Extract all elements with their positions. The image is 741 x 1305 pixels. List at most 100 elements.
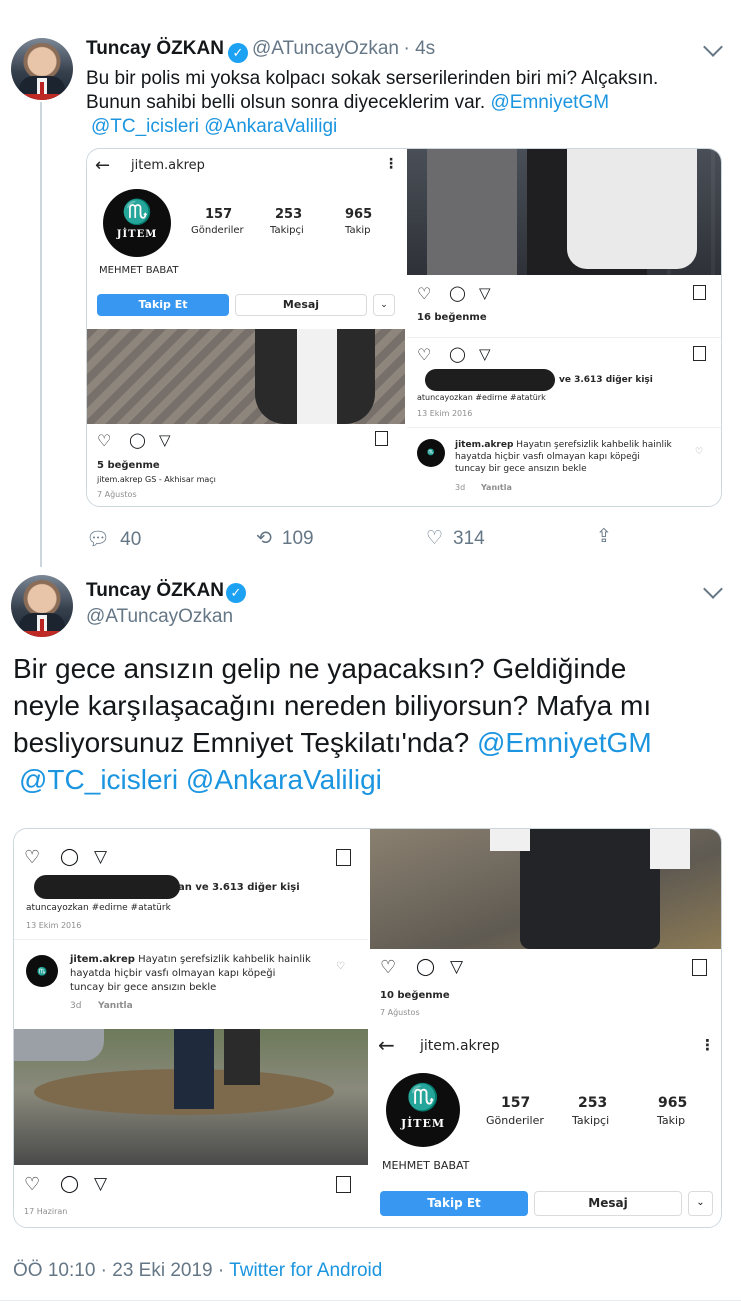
ig-likes: 5 beğenme — [97, 460, 160, 471]
divider — [0, 1300, 741, 1301]
ig-followers-label: Takipçi — [572, 1114, 610, 1127]
ig-following-label: Takip — [345, 225, 371, 236]
bookmark-icon — [693, 285, 706, 300]
verified-badge-icon: ✓ — [226, 583, 246, 603]
tweet-text: Bir gece ansızın gelip ne yapacaksın? Ge… — [13, 650, 733, 798]
author-handle[interactable]: @ATuncayOzkan — [252, 38, 399, 59]
ig-likes: ve 3.613 diğer kişi — [559, 375, 653, 385]
ig-following-label: Takip — [657, 1114, 686, 1127]
ig-likes: 16 beğenme — [417, 312, 487, 323]
chevron-down-icon[interactable] — [703, 37, 723, 57]
comment-icon: ◯ — [449, 284, 466, 302]
retweet-count: 109 — [281, 528, 314, 549]
send-icon: ▽ — [479, 284, 491, 302]
tweet-source[interactable]: Twitter for Android — [229, 1260, 382, 1281]
tweet-time: · 4s — [403, 38, 436, 59]
retweet-button[interactable]: ⟲ 109 — [256, 527, 314, 550]
tweet-media[interactable]: ← jitem.akrep ⋮ ♏ JİTEM 157 Gönderiler 2… — [86, 148, 722, 507]
ig-date: 13 Ekim 2016 — [26, 921, 82, 930]
ig-posts-label: Gönderiler — [191, 225, 244, 236]
instagram-screenshot: ♡ ◯ ▽ 17 Haziran — [14, 1029, 368, 1227]
tweet-text-line: Bir gece ansızın gelip ne yapacaksın? Ge… — [13, 653, 627, 684]
comment-icon: ◯ — [60, 1174, 80, 1194]
scorpion-logo: ♏ JİTEM — [386, 1073, 460, 1147]
ig-posts-count: 157 — [205, 207, 233, 222]
instagram-screenshot: ← jitem.akrep ⋮ ♏ JİTEM 157 Gönderiler 2… — [370, 1029, 721, 1227]
heart-outline-icon: ♡ — [417, 345, 432, 364]
ig-followers-count: 253 — [578, 1095, 608, 1111]
ig-caption: atuncayozkan #edirne #atatürk — [417, 393, 546, 402]
follow-button: Takip Et — [380, 1191, 528, 1216]
chevron-down-icon: ⌄ — [688, 1191, 713, 1216]
ig-following-count: 965 — [658, 1095, 688, 1111]
heart-outline-icon: ♡ — [24, 1174, 41, 1195]
instagram-screenshot: ♡ ◯ ▽ an ve 3.613 diğer kişi atuncayozka… — [14, 829, 368, 1027]
heart-outline-icon: ♡ — [336, 961, 345, 972]
share-button[interactable]: ⇪ — [596, 525, 612, 548]
send-icon: ▽ — [479, 345, 491, 363]
message-button: Mesaj — [235, 294, 367, 316]
heart-outline-icon: ♡ — [380, 957, 397, 978]
heart-outline-icon: ♡ — [97, 431, 112, 450]
mention-link[interactable]: @EmniyetGM — [477, 727, 652, 758]
bookmark-icon — [692, 959, 707, 976]
comment-age: 3d — [455, 483, 466, 492]
tweet-footer: ÖÖ 10:10 · 23 Eki 2019 · Twitter for And… — [13, 1260, 382, 1282]
comment-icon: ◯ — [416, 957, 436, 977]
author-name[interactable]: Tuncay ÖZKAN — [86, 38, 224, 59]
mention-link[interactable]: @AnkaraValiligi — [186, 764, 382, 795]
avatar[interactable] — [11, 38, 73, 100]
ig-posts-label: Gönderiler — [486, 1114, 544, 1127]
ig-date: 7 Ağustos — [380, 1008, 420, 1017]
bookmark-icon — [336, 849, 351, 866]
tweet-text: Bu bir polis mi yoksa kolpacı sokak sers… — [86, 67, 726, 139]
ig-followers-count: 253 — [275, 207, 303, 222]
avatar[interactable] — [11, 575, 73, 637]
ig-display-name: MEHMET BABAT — [382, 1159, 470, 1172]
ig-username: jitem.akrep — [420, 1038, 500, 1054]
post-photo — [87, 329, 405, 424]
comment-icon: ◯ — [60, 847, 80, 867]
heart-outline-icon: ♡ — [695, 447, 704, 457]
ig-date: 7 Ağustos — [97, 490, 137, 499]
ig-followers-label: Takipçi — [270, 225, 304, 236]
censor-bar — [425, 369, 555, 391]
ig-display-name: MEHMET BABAT — [99, 265, 179, 276]
author-handle[interactable]: @ATuncayOzkan — [86, 606, 233, 628]
more-vertical-icon: ⋮ — [384, 156, 398, 172]
scorpion-logo: ♏ — [417, 439, 445, 467]
comment-age: 3d — [70, 1001, 82, 1011]
instagram-screenshot: ♡ ◯ ▽ 10 beğenme 7 Ağustos — [370, 829, 721, 1027]
mention-link[interactable]: @TC_icisleri — [91, 116, 199, 137]
ig-comment: jitem.akrep Hayatın şerefsizlik kahbelik… — [455, 440, 672, 474]
post-photo — [407, 149, 721, 275]
tweet-media[interactable]: ♡ ◯ ▽ an ve 3.613 diğer kişi atuncayozka… — [13, 828, 722, 1228]
post-photo — [370, 829, 721, 949]
ig-caption: atuncayozkan #edirne #atatürk — [26, 903, 171, 913]
author-name[interactable]: Tuncay ÖZKAN — [86, 580, 224, 602]
ig-date: 13 Ekim 2016 — [417, 409, 473, 418]
comment-icon: ◯ — [449, 345, 466, 363]
share-icon: ⇪ — [596, 526, 612, 547]
reply-button[interactable]: 💬︎ 40 — [86, 527, 141, 551]
comment-icon: ◯ — [129, 431, 146, 449]
instagram-screenshot: ← jitem.akrep ⋮ ♏ JİTEM 157 Gönderiler 2… — [87, 149, 405, 506]
like-icon: ♡ — [426, 528, 444, 549]
bookmark-icon — [375, 431, 388, 446]
verified-badge-icon: ✓ — [227, 43, 248, 63]
chevron-down-icon[interactable] — [703, 579, 723, 599]
tweet-timestamp[interactable]: ÖÖ 10:10 · 23 Eki 2019 · — [13, 1260, 224, 1281]
retweet-icon: ⟲ — [256, 528, 272, 549]
mention-link[interactable]: @AnkaraValiligi — [204, 116, 337, 137]
like-button[interactable]: ♡ 314 — [426, 527, 485, 550]
mention-link[interactable]: @EmniyetGM — [491, 92, 610, 113]
mention-link[interactable]: @TC_icisleri — [19, 764, 178, 795]
more-vertical-icon: ⋮ — [700, 1036, 715, 1054]
scorpion-logo: ♏ — [26, 955, 58, 987]
chevron-down-icon: ⌄ — [373, 294, 395, 316]
comment-reply: Yanıtla — [98, 1001, 133, 1011]
instagram-screenshot: ♡ ◯ ▽ 16 beğenme ♡ ◯ ▽ ve 3.613 diğer ki… — [407, 149, 721, 506]
send-icon: ▽ — [159, 431, 171, 449]
back-arrow-icon: ← — [378, 1033, 395, 1057]
like-count: 314 — [453, 528, 485, 549]
